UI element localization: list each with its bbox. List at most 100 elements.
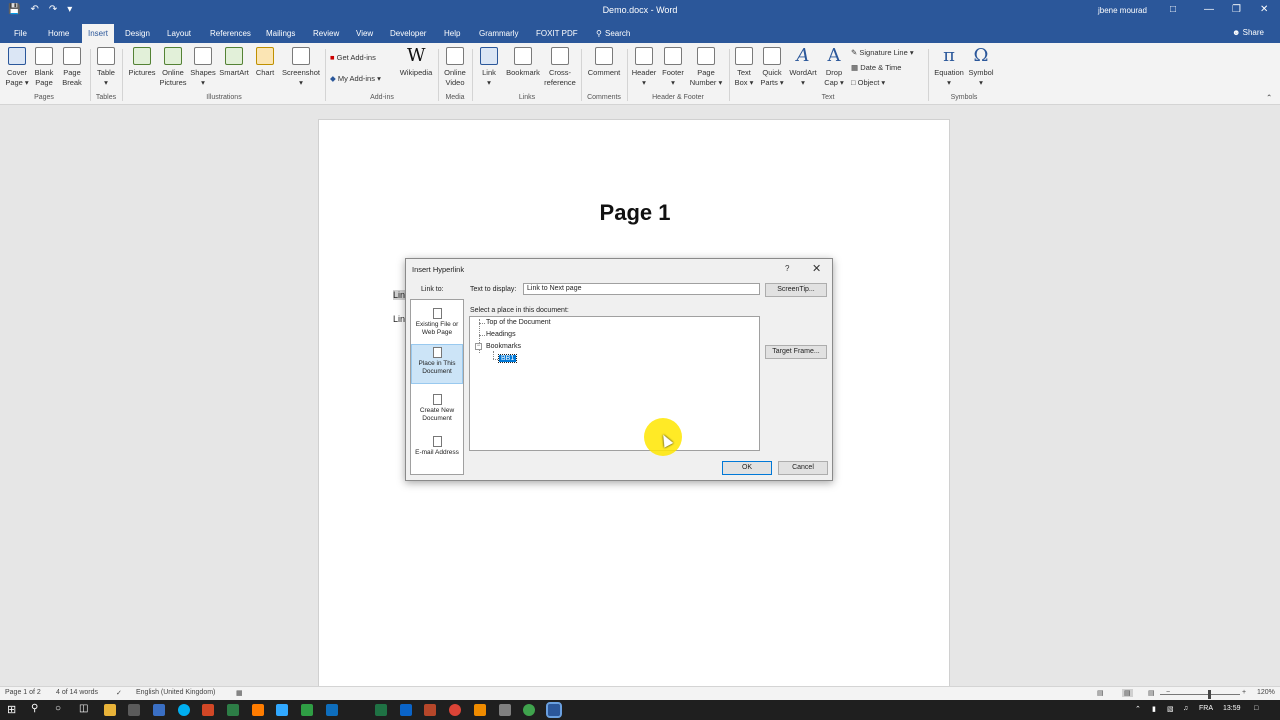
my-addins-button[interactable]: ◆ My Add-ins ▾ xyxy=(330,74,381,83)
tab-review[interactable]: Review xyxy=(307,26,345,43)
quick-parts-button[interactable]: Quick Parts ▾ xyxy=(758,47,786,88)
volume-icon[interactable]: ♫ xyxy=(1183,705,1188,712)
tab-insert[interactable]: Insert xyxy=(82,24,115,43)
collapse-icon[interactable]: − xyxy=(475,343,482,350)
zoom-in-icon[interactable]: + xyxy=(1242,689,1246,696)
macro-icon[interactable]: ▦ xyxy=(236,689,243,697)
app-icon[interactable] xyxy=(202,704,214,716)
app-icon[interactable] xyxy=(301,704,313,716)
maximize-icon[interactable]: ❐ xyxy=(1232,4,1241,15)
proofing-icon[interactable]: ✓ xyxy=(116,689,122,697)
footer-button[interactable]: Footer ▾ xyxy=(659,47,687,88)
link-to-email-address[interactable]: E-mail Address xyxy=(411,434,463,470)
tab-mailings[interactable]: Mailings xyxy=(260,26,301,43)
word-count[interactable]: 4 of 14 words xyxy=(56,689,98,696)
tab-references[interactable]: References xyxy=(204,26,257,43)
link-to-place-in-document[interactable]: Place in This Document xyxy=(411,344,463,384)
page-break-button[interactable]: Page Break xyxy=(60,47,84,88)
tab-home[interactable]: Home xyxy=(42,26,75,43)
tab-view[interactable]: View xyxy=(350,26,379,43)
app-icon[interactable] xyxy=(499,704,511,716)
screenshot-button[interactable]: Screenshot ▾ xyxy=(280,47,322,88)
online-video-button[interactable]: Online Video xyxy=(442,47,468,88)
tab-search[interactable]: Search xyxy=(599,26,636,43)
tree-node-headings[interactable]: Headings xyxy=(486,331,516,338)
ribbon-display-icon[interactable]: □ xyxy=(1170,4,1176,15)
keyboard-language[interactable]: FRA xyxy=(1199,705,1213,712)
cross-reference-button[interactable]: Cross-reference xyxy=(543,47,577,88)
close-icon[interactable]: ✕ xyxy=(812,262,821,275)
cancel-button[interactable]: Cancel xyxy=(778,461,828,475)
edge-icon[interactable] xyxy=(400,704,412,716)
vscode-icon[interactable] xyxy=(326,704,338,716)
header-button[interactable]: Header ▾ xyxy=(630,47,658,88)
link-to-existing-file[interactable]: Existing File or Web Page xyxy=(411,306,463,340)
search-icon[interactable]: ⚲ xyxy=(31,703,38,714)
get-addins-button[interactable]: ■ Get Add-ins xyxy=(330,53,376,62)
app-icon[interactable] xyxy=(424,704,436,716)
table-button[interactable]: Table ▾ xyxy=(94,47,118,88)
notifications-icon[interactable]: □ xyxy=(1254,705,1258,712)
comment-button[interactable]: Comment xyxy=(584,47,624,78)
vlc-icon[interactable] xyxy=(474,704,486,716)
wikipedia-button[interactable]: W Wikipedia xyxy=(397,47,435,78)
tree-node-bookmarks[interactable]: Bookmarks xyxy=(486,343,521,350)
help-icon[interactable]: ? xyxy=(785,264,789,273)
ok-button[interactable]: OK xyxy=(722,461,772,475)
illustrator-icon[interactable] xyxy=(252,704,264,716)
symbol-button[interactable]: Ω Symbol ▾ xyxy=(966,47,996,88)
tab-foxit-pdf[interactable]: FOXIT PDF xyxy=(530,26,584,43)
date-time-button[interactable]: ▦ Date & Time xyxy=(851,63,901,72)
clock[interactable]: 13:59 xyxy=(1223,705,1241,712)
network-icon[interactable]: ▧ xyxy=(1167,705,1174,713)
word-icon[interactable] xyxy=(546,702,562,718)
signature-line-button[interactable]: ✎ Signature Line ▾ xyxy=(851,48,914,57)
cortana-icon[interactable]: ○ xyxy=(55,703,61,714)
chart-button[interactable]: Chart xyxy=(253,47,277,78)
share-button[interactable]: ☻ Share xyxy=(1232,28,1264,37)
wordart-button[interactable]: A WordArt ▾ xyxy=(786,47,820,88)
photoshop-icon[interactable] xyxy=(276,704,288,716)
page-count[interactable]: Page 1 of 2 xyxy=(5,689,41,696)
blank-page-button[interactable]: Blank Page xyxy=(32,47,56,88)
shapes-button[interactable]: Shapes ▾ xyxy=(189,47,217,88)
tab-design[interactable]: Design xyxy=(119,26,156,43)
minimize-icon[interactable]: — xyxy=(1204,4,1214,15)
close-icon[interactable]: ✕ xyxy=(1260,4,1268,15)
online-pictures-button[interactable]: Online Pictures xyxy=(158,47,188,88)
drop-cap-button[interactable]: A Drop Cap ▾ xyxy=(822,47,846,88)
zoom-level[interactable]: 120% xyxy=(1257,689,1275,696)
bookmark-button[interactable]: Bookmark xyxy=(504,47,542,78)
language[interactable]: English (United Kingdom) xyxy=(136,689,215,696)
excel-icon[interactable] xyxy=(375,704,387,716)
skype-icon[interactable] xyxy=(178,704,190,716)
zoom-slider[interactable] xyxy=(1160,694,1240,695)
target-frame-button[interactable]: Target Frame... xyxy=(765,345,827,359)
print-layout-icon[interactable]: ▤ xyxy=(1122,689,1133,697)
collapse-ribbon-icon[interactable]: ⌃ xyxy=(1266,93,1272,102)
chrome-icon[interactable] xyxy=(449,704,461,716)
screentip-button[interactable]: ScreenTip... xyxy=(765,283,827,297)
tree-node-top-of-document[interactable]: Top of the Document xyxy=(486,319,551,326)
pictures-button[interactable]: Pictures xyxy=(126,47,158,78)
read-mode-icon[interactable]: ▤ xyxy=(1097,689,1104,697)
tree-node-bookmark-bb1[interactable]: BB1 xyxy=(497,354,518,363)
link-button[interactable]: Link ▾ xyxy=(477,47,501,88)
tab-help[interactable]: Help xyxy=(438,26,466,43)
web-layout-icon[interactable]: ▤ xyxy=(1148,689,1155,697)
tab-grammarly[interactable]: Grammarly xyxy=(473,26,525,43)
app-icon[interactable] xyxy=(523,704,535,716)
tab-layout[interactable]: Layout xyxy=(161,26,197,43)
text-box-button[interactable]: Text Box ▾ xyxy=(732,47,756,88)
text-to-display-input[interactable]: Link to Next page xyxy=(523,283,760,295)
link-to-create-new-document[interactable]: Create New Document xyxy=(411,392,463,426)
app-icon[interactable] xyxy=(227,704,239,716)
mail-icon[interactable] xyxy=(153,704,165,716)
user-name[interactable]: jbene mourad xyxy=(1098,6,1147,15)
file-explorer-icon[interactable] xyxy=(104,704,116,716)
store-icon[interactable] xyxy=(128,704,140,716)
tab-developer[interactable]: Developer xyxy=(384,26,432,43)
equation-button[interactable]: π Equation ▾ xyxy=(932,47,966,88)
smartart-button[interactable]: SmartArt xyxy=(217,47,251,78)
document-places-tree[interactable]: Top of the Document Headings − Bookmarks… xyxy=(469,316,760,451)
